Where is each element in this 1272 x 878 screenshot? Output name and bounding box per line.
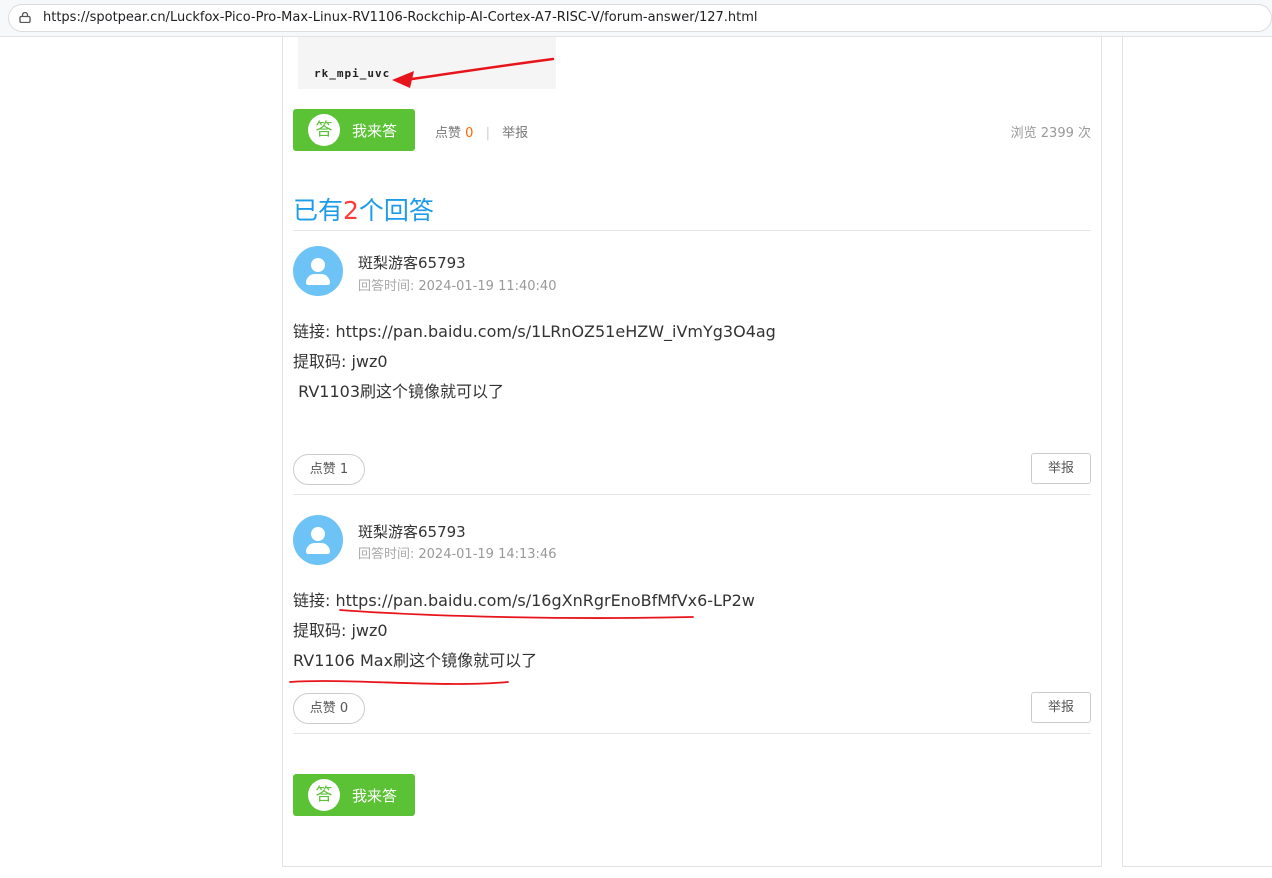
- answer-badge-icon: 答: [308, 779, 340, 811]
- answer-time-label: 回答时间:: [358, 279, 415, 294]
- like-button[interactable]: 点赞 1: [293, 454, 365, 485]
- address-bar[interactable]: https://spotpear.cn/Luckfox-Pico-Pro-Max…: [8, 4, 1272, 32]
- answer-username[interactable]: 斑梨游客65793: [358, 252, 466, 273]
- answer-time-value: 2024-01-19 11:40:40: [418, 279, 557, 294]
- answer-badge-icon: 答: [308, 114, 340, 146]
- view-count: 浏览 2399 次: [1010, 126, 1091, 141]
- answer-note-line: RV1103刷这个镜像就可以了: [293, 382, 504, 401]
- code-screenshot-image: ▔▔▔▔▔▔▔▔▔ ▔▔▔▔ ▔▔▔▔ rk_mpi_uvc: [298, 37, 556, 89]
- answer-note-line: RV1106 Max刷这个镜像就可以了: [293, 651, 538, 670]
- answer-time-label: 回答时间:: [358, 547, 415, 562]
- answers-heading-prefix: 已有: [293, 196, 344, 225]
- answer-time-value: 2024-01-19 14:13:46: [418, 547, 557, 562]
- answer-link-line[interactable]: 链接: https://pan.baidu.com/s/1LRnOZ51eHZW…: [293, 318, 776, 342]
- code-line: rk_mpi_uvc: [314, 67, 391, 80]
- main-content-card: [282, 37, 1102, 867]
- divider: [293, 230, 1091, 231]
- answer-button[interactable]: 答 我来答: [293, 109, 415, 151]
- code-line-cropped: ▔▔▔▔▔▔▔▔▔ ▔▔▔▔ ▔▔▔▔: [314, 37, 459, 44]
- answer-code-line: 提取码: jwz0: [293, 352, 388, 371]
- like-button[interactable]: 点赞 0: [293, 693, 365, 724]
- divider: [293, 733, 1091, 734]
- report-link[interactable]: 举报: [502, 126, 528, 141]
- meta-separator: |: [485, 126, 490, 141]
- answer-button-label: 我来答: [352, 787, 398, 805]
- url-text[interactable]: https://spotpear.cn/Luckfox-Pico-Pro-Max…: [43, 10, 758, 25]
- answer-button-bottom[interactable]: 答 我来答: [293, 774, 415, 816]
- answers-count: 2: [343, 196, 359, 225]
- answer-link-line[interactable]: 链接: https://pan.baidu.com/s/16gXnRgrEnoB…: [293, 587, 755, 611]
- answer-time: 回答时间: 2024-01-19 11:40:40: [358, 275, 556, 294]
- report-button[interactable]: 举报: [1031, 453, 1091, 484]
- like-count: 0: [465, 126, 474, 141]
- user-avatar-icon[interactable]: [293, 246, 343, 296]
- divider: [293, 494, 1091, 495]
- user-avatar-icon[interactable]: [293, 515, 343, 565]
- report-button[interactable]: 举报: [1031, 692, 1091, 723]
- answer-code-line: 提取码: jwz0: [293, 621, 388, 640]
- answer-username[interactable]: 斑梨游客65793: [358, 521, 466, 542]
- sidebar-card: [1122, 37, 1272, 867]
- browser-toolbar: https://spotpear.cn/Luckfox-Pico-Pro-Max…: [0, 0, 1272, 37]
- answers-heading-suffix: 个回答: [358, 196, 434, 225]
- answers-heading: 已有2个回答: [293, 191, 434, 227]
- like-link[interactable]: 点赞: [435, 126, 461, 141]
- question-meta: 点赞 0 | 举报: [435, 122, 528, 141]
- answer-time: 回答时间: 2024-01-19 14:13:46: [358, 543, 556, 562]
- answer-button-label: 我来答: [352, 122, 398, 140]
- lock-icon[interactable]: [19, 12, 31, 23]
